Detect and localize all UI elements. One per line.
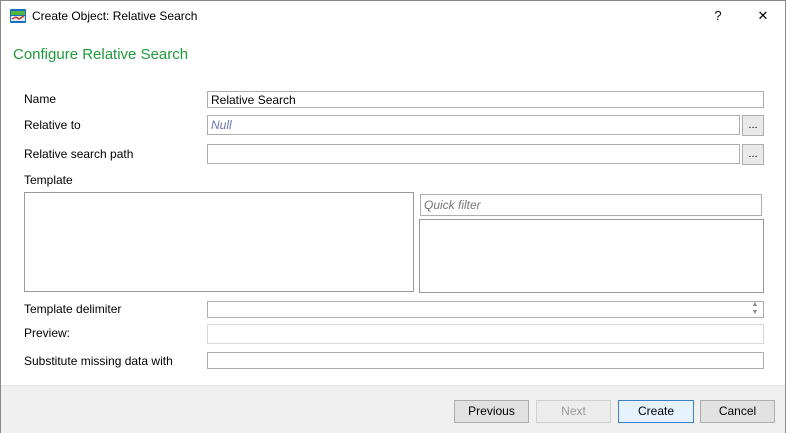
help-button[interactable]: ? xyxy=(707,6,729,26)
relative-to-browse-button[interactable]: ... xyxy=(742,115,764,136)
page-heading: Configure Relative Search xyxy=(13,46,189,63)
substitute-label: Substitute missing data with xyxy=(24,354,173,368)
template-label: Template xyxy=(24,173,73,187)
template-items-list[interactable] xyxy=(419,219,764,293)
relative-to-label: Relative to xyxy=(24,118,81,132)
template-delimiter-label: Template delimiter xyxy=(24,302,122,316)
relative-to-field[interactable]: Null xyxy=(207,115,740,135)
quick-filter-input[interactable] xyxy=(420,194,762,216)
name-input[interactable] xyxy=(207,91,764,108)
dialog-footer: Previous Next Create Cancel xyxy=(1,385,785,433)
spin-down-icon[interactable]: ▼ xyxy=(747,309,763,317)
preview-label: Preview: xyxy=(24,326,71,340)
cancel-button[interactable]: Cancel xyxy=(700,400,775,423)
substitute-input[interactable] xyxy=(207,352,764,369)
window-title: Create Object: Relative Search xyxy=(32,9,198,23)
next-button[interactable]: Next xyxy=(536,400,611,423)
relative-search-path-browse-button[interactable]: ... xyxy=(742,144,764,165)
template-delimiter-spinner[interactable]: ▲ ▼ xyxy=(747,301,763,317)
relative-search-path-label: Relative search path xyxy=(24,147,134,161)
dialog-window: Create Object: Relative Search ? ✕ Confi… xyxy=(0,0,786,433)
spin-up-icon[interactable]: ▲ xyxy=(747,301,763,309)
preview-field xyxy=(207,324,764,344)
close-button[interactable]: ✕ xyxy=(751,6,775,26)
previous-button[interactable]: Previous xyxy=(454,400,529,423)
create-button[interactable]: Create xyxy=(618,400,694,423)
template-editor[interactable] xyxy=(24,192,414,292)
name-label: Name xyxy=(24,92,57,106)
relative-search-path-input[interactable] xyxy=(207,144,740,164)
title-bar: Create Object: Relative Search ? ✕ xyxy=(1,1,785,32)
app-icon xyxy=(10,9,26,23)
template-delimiter-input[interactable] xyxy=(207,301,764,318)
